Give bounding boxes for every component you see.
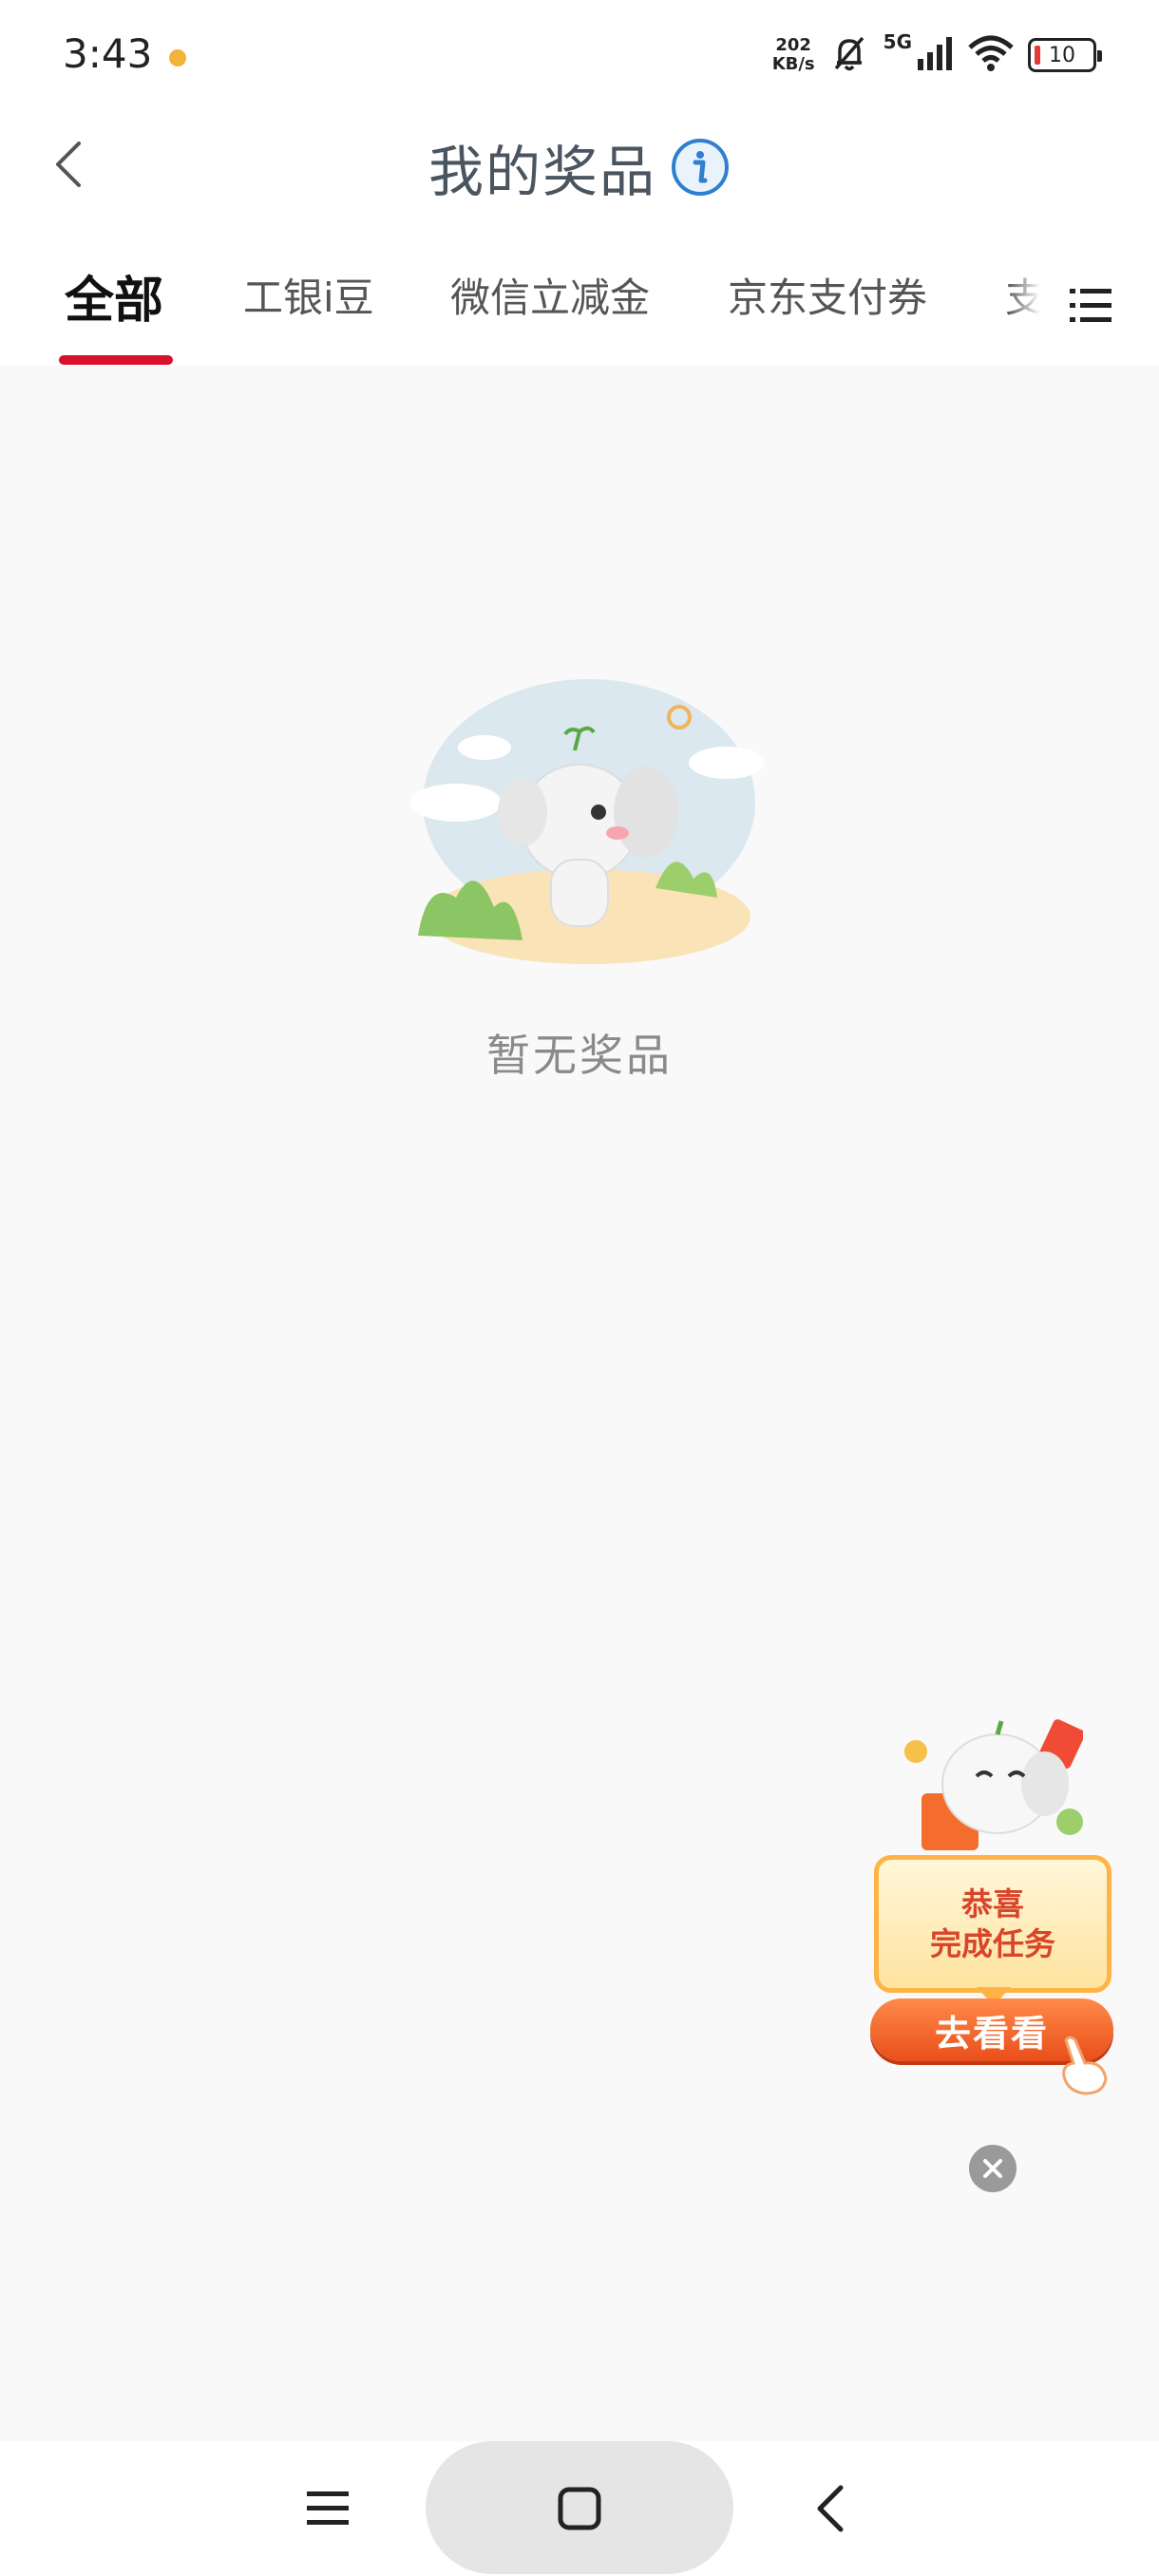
status-time: 3:43: [63, 30, 153, 77]
wifi-icon: [967, 34, 1015, 76]
home-button[interactable]: [537, 2441, 622, 2576]
empty-state-text: 暂无奖品: [486, 1030, 673, 1081]
task-complete-promo[interactable]: 恭喜 完成任务 去看看: [855, 1717, 1121, 2107]
tab-jd-pay-coupon[interactable]: 京东支付券: [728, 266, 927, 324]
promo-message-card: 恭喜 完成任务: [874, 1855, 1112, 1993]
system-navigation-bar: [0, 2441, 1159, 2576]
header: 我的奖品: [0, 104, 1159, 228]
network-speed-value: 202: [775, 35, 811, 55]
status-icons: 202 KB/s 5G 10: [772, 30, 1102, 80]
status-bar: 3:43 202 KB/s 5G 10: [0, 0, 1159, 104]
pointing-hand-icon: [1062, 2036, 1108, 2095]
promo-line-2: 完成任务: [930, 1924, 1055, 1962]
info-icon: [672, 139, 729, 196]
chevron-left-icon: [817, 2485, 844, 2532]
close-icon: [983, 2159, 1002, 2178]
signal-icon: [916, 34, 954, 76]
hamburger-icon: [307, 2491, 349, 2525]
system-back-button[interactable]: [788, 2441, 874, 2576]
tab-icbc-beans[interactable]: 工银i豆: [243, 266, 374, 324]
promo-line-1: 恭喜: [961, 1885, 1024, 1923]
list-menu-icon: [1070, 289, 1112, 322]
tab-fade: [1007, 228, 1054, 366]
page-title: 我的奖品: [428, 140, 656, 204]
network-speed: 202 KB/s: [772, 36, 815, 74]
notification-dot-icon: [169, 49, 186, 66]
network-type: 5G: [883, 30, 912, 53]
elephant-illustration-icon: [390, 670, 770, 983]
info-button[interactable]: [670, 137, 731, 198]
bell-muted-icon: [828, 32, 870, 78]
recent-apps-button[interactable]: [285, 2441, 370, 2576]
tab-bar: 全部 工银i豆 微信立减金 京东支付券 支: [0, 228, 1159, 366]
network-speed-unit: KB/s: [771, 54, 815, 74]
promo-close-button[interactable]: [969, 2145, 1016, 2192]
tab-wechat-discount[interactable]: 微信立减金: [450, 266, 650, 324]
battery-icon: 10: [1028, 38, 1102, 72]
tab-menu-button[interactable]: [1062, 277, 1119, 334]
square-icon: [558, 2487, 601, 2530]
active-tab-indicator: [59, 355, 173, 365]
promo-elephant-icon: [904, 1719, 1083, 1850]
prize-list-area: 暂无奖品: [0, 366, 1159, 2441]
tab-all[interactable]: 全部: [65, 260, 163, 331]
